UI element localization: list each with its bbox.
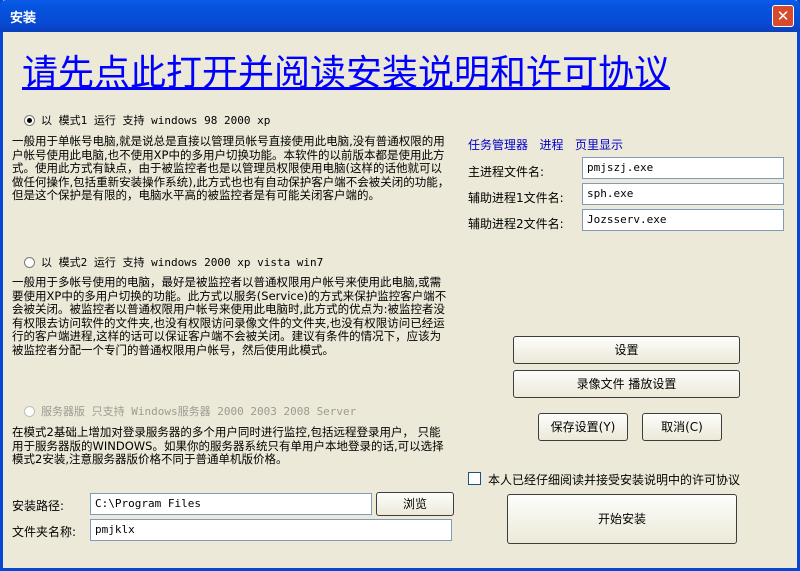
window-title: 安装 [10,11,37,26]
server-radio[interactable] [24,405,35,417]
save-settings-button[interactable]: 保存设置(Y) [538,413,628,441]
mode1-description: 一般用于单帐号电脑,就是说总是直接以管理员帐号直接使用此电脑,没有普通权限的用户… [12,134,450,202]
aux-process2-input[interactable]: Jozsserv.exe [582,209,784,231]
mode1-label: 以 模式1 运行 支持 windows 98 2000 xp [41,114,271,127]
install-path-label: 安装路径: [12,499,65,513]
mode2-radio-option[interactable]: 以 模式2 运行 支持 windows 2000 xp vista win7 [24,254,323,270]
folder-name-input[interactable]: pmjklx [90,519,452,541]
browse-button[interactable]: 浏览 [376,492,454,516]
task-manager-heading-2: 进程 [539,138,564,152]
aux-process1-label: 辅助进程1文件名: [468,191,564,205]
title-bar[interactable]: 安装 ✕ [0,0,800,32]
server-label: 服务器版 只支持 Windows服务器 2000 2003 2008 Serve… [41,405,357,418]
mode2-label: 以 模式2 运行 支持 windows 2000 xp vista win7 [41,256,324,269]
mode2-description: 一般用于多帐号使用的电脑，最好是被监控者以普通权限用户帐号来使用此电脑,或需要使… [12,275,447,357]
close-icon: ✕ [776,7,790,25]
main-process-label: 主进程文件名: [468,165,545,179]
server-description: 在模式2基础上增加对登录服务器的多个用户同时进行监控,包括远程登录用户， 只能用… [12,425,444,466]
start-install-button[interactable]: 开始安装 [507,494,737,544]
task-manager-heading-3: 页里显示 [574,138,623,152]
agreement-label[interactable]: 本人已经仔细阅读并接受安装说明中的许可协议 [488,471,740,488]
recording-settings-button[interactable]: 录像文件 播放设置 [513,370,740,398]
aux-process1-input[interactable]: sph.exe [582,183,784,205]
mode1-radio[interactable] [24,114,35,126]
agreement-checkbox[interactable] [468,472,481,485]
close-button[interactable]: ✕ [772,5,794,27]
task-manager-heading: 任务管理器 进程 页里显示 [468,136,623,153]
task-manager-heading-1: 任务管理器 [468,138,529,152]
install-path-input[interactable]: C:\Program Files [90,493,372,515]
aux-process2-label: 辅助进程2文件名: [468,217,564,231]
settings-button[interactable]: 设置 [513,336,740,364]
main-process-input[interactable]: pmjszj.exe [582,157,784,179]
cancel-button[interactable]: 取消(C) [642,413,722,441]
mode2-radio[interactable] [24,256,35,268]
mode1-radio-option[interactable]: 以 模式1 运行 支持 windows 98 2000 xp [24,112,270,128]
folder-name-label: 文件夹名称: [12,525,77,539]
server-radio-option[interactable]: 服务器版 只支持 Windows服务器 2000 2003 2008 Serve… [24,403,356,419]
open-instructions-link[interactable]: 请先点此打开并阅读安装说明和许可协议 [22,44,670,96]
